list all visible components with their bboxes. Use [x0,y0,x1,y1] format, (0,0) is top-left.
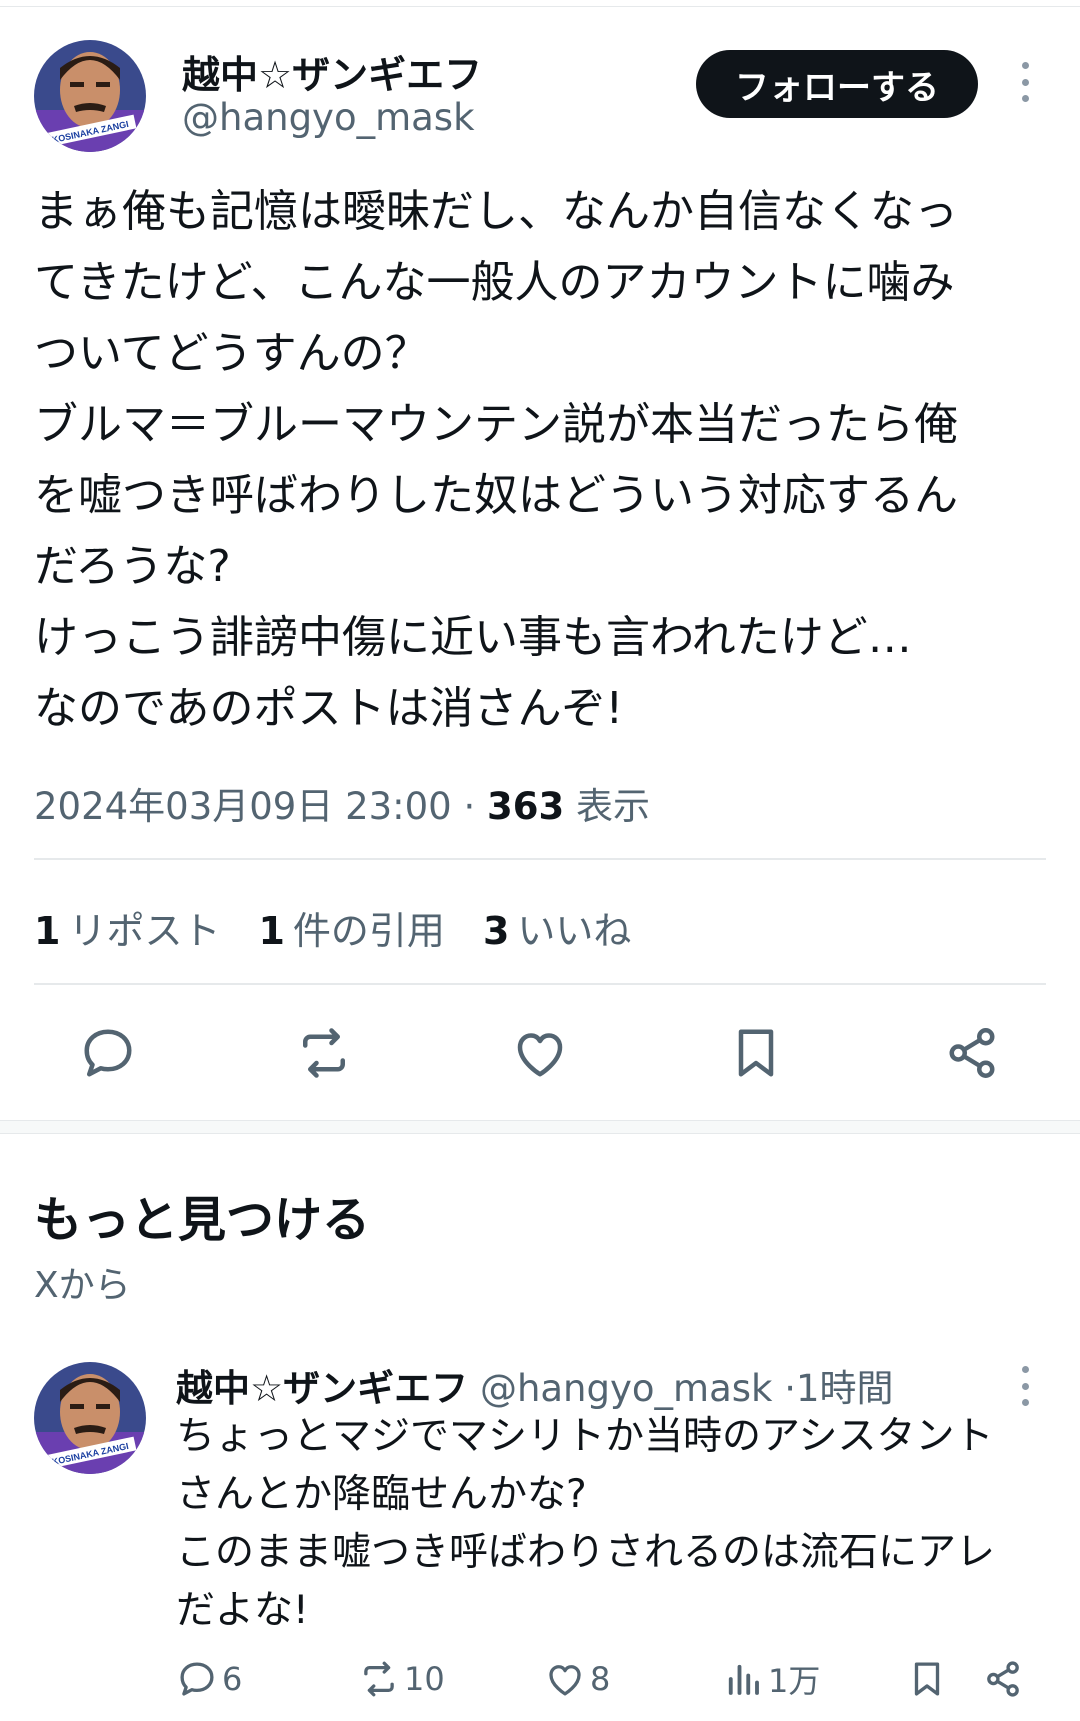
post-text-line: ちょっとマジでマシリトか当時のアシスタント [176,1414,994,1459]
post-text-line: なのであのポストは消さんぞ! [34,683,624,734]
reposts-stat[interactable]: 1 リポスト [34,900,220,955]
post-time[interactable]: 1時間 [796,1367,894,1410]
author-avatar[interactable]: KOSINAKA ZANGI [34,40,146,152]
repost-button[interactable]: 10 [358,1656,445,1702]
repost-icon [303,1028,345,1078]
avatar-image: KOSINAKA ZANGI [34,40,146,152]
post-text-line: を嘘つき呼ばわりした奴はどういう対応するん [34,470,958,521]
author-handle[interactable]: @hangyo_mask [182,96,475,139]
bookmark-button[interactable] [906,1656,948,1702]
follow-button[interactable]: フォローする [696,50,978,118]
likes-stat[interactable]: 3 いいね [483,900,631,955]
post-text-line: ブルマ＝ブルーマウンテン説が本当だったら俺 [34,399,958,450]
views-button[interactable]: 1万 [722,1656,820,1702]
like-icon [517,1033,563,1077]
post-text-line: ついてどうすんの？ [34,328,429,379]
like-icon [549,1665,581,1696]
post-meta: 2024年03月09日 23:00 · 363 表示 [34,776,650,830]
post-text-line: てきたけど、こんな一般人のアカウントに噛み [34,257,955,308]
author-name[interactable]: 越中☆ザンギエフ [182,44,482,99]
recommended-post-text: ちょっとマジでマシリトか当時のアシスタント さんとか降臨せんかな? このまま嘘つ… [176,1408,1056,1640]
author-name[interactable]: 越中☆ザンギエフ [176,1367,468,1410]
repost-icon [364,1661,394,1697]
post-text-line: このまま嘘つき呼ばわりされるのは流石にアレ [176,1530,996,1575]
views-label: 表示 [576,785,651,828]
repost-count: 10 [404,1660,445,1698]
reply-icon [180,1662,214,1696]
like-button[interactable]: 8 [544,1656,610,1702]
share-button[interactable] [982,1656,1024,1702]
share-icon [987,1661,1019,1697]
views-count: 1万 [768,1662,821,1700]
top-divider [0,6,1080,7]
meta-separator: · [784,1367,796,1410]
reply-button[interactable]: 6 [176,1656,242,1702]
post-timestamp[interactable]: 2024年03月09日 23:00 [34,785,452,828]
bookmark-button[interactable] [726,1023,786,1083]
section-subtitle: Xから [34,1265,131,1306]
like-count: 8 [590,1660,611,1698]
repost-button[interactable] [294,1023,354,1083]
section-separator [0,1120,1080,1134]
reply-button[interactable] [78,1023,138,1083]
post-text-line: だろうな? [34,541,231,592]
post-text-line: さんとか降臨せんかな? [176,1472,587,1517]
more-icon[interactable] [1010,62,1040,102]
views-count: 363 [487,785,565,828]
author-avatar[interactable]: KOSINAKA ZANGI [34,1362,146,1474]
divider [34,858,1046,860]
avatar-image: KOSINAKA ZANGI [34,1362,146,1474]
divider [34,983,1046,985]
reply-icon [84,1029,132,1077]
bookmark-icon [914,1662,940,1696]
post-stats: 1 リポスト 1 件の引用 3 いいね [34,900,631,955]
share-icon [949,1028,995,1078]
more-icon[interactable] [1010,1366,1040,1406]
recommended-post-header: 越中☆ザンギエフ @hangyo_mask ·1時間 [176,1358,894,1412]
author-handle[interactable]: @hangyo_mask [480,1367,773,1410]
post-text-line: だよな! [176,1588,309,1633]
views-icon [728,1664,759,1695]
section-title: もっと見つける [34,1192,371,1248]
like-button[interactable] [510,1023,570,1083]
bookmark-icon [738,1029,774,1077]
post-text-line: まぁ俺も記憶は曖昧だし、なんか自信なくなっ [34,186,958,237]
post-text-line: けっこう誹謗中傷に近い事も言われたけど… [34,612,912,663]
meta-separator: · [463,785,476,828]
reply-count: 6 [222,1660,243,1698]
quotes-stat[interactable]: 1 件の引用 [258,900,444,955]
share-button[interactable] [942,1023,1002,1083]
post-text: まぁ俺も記憶は曖昧だし、なんか自信なくなっ てきたけど、こんな一般人のアカウント… [34,176,1050,744]
